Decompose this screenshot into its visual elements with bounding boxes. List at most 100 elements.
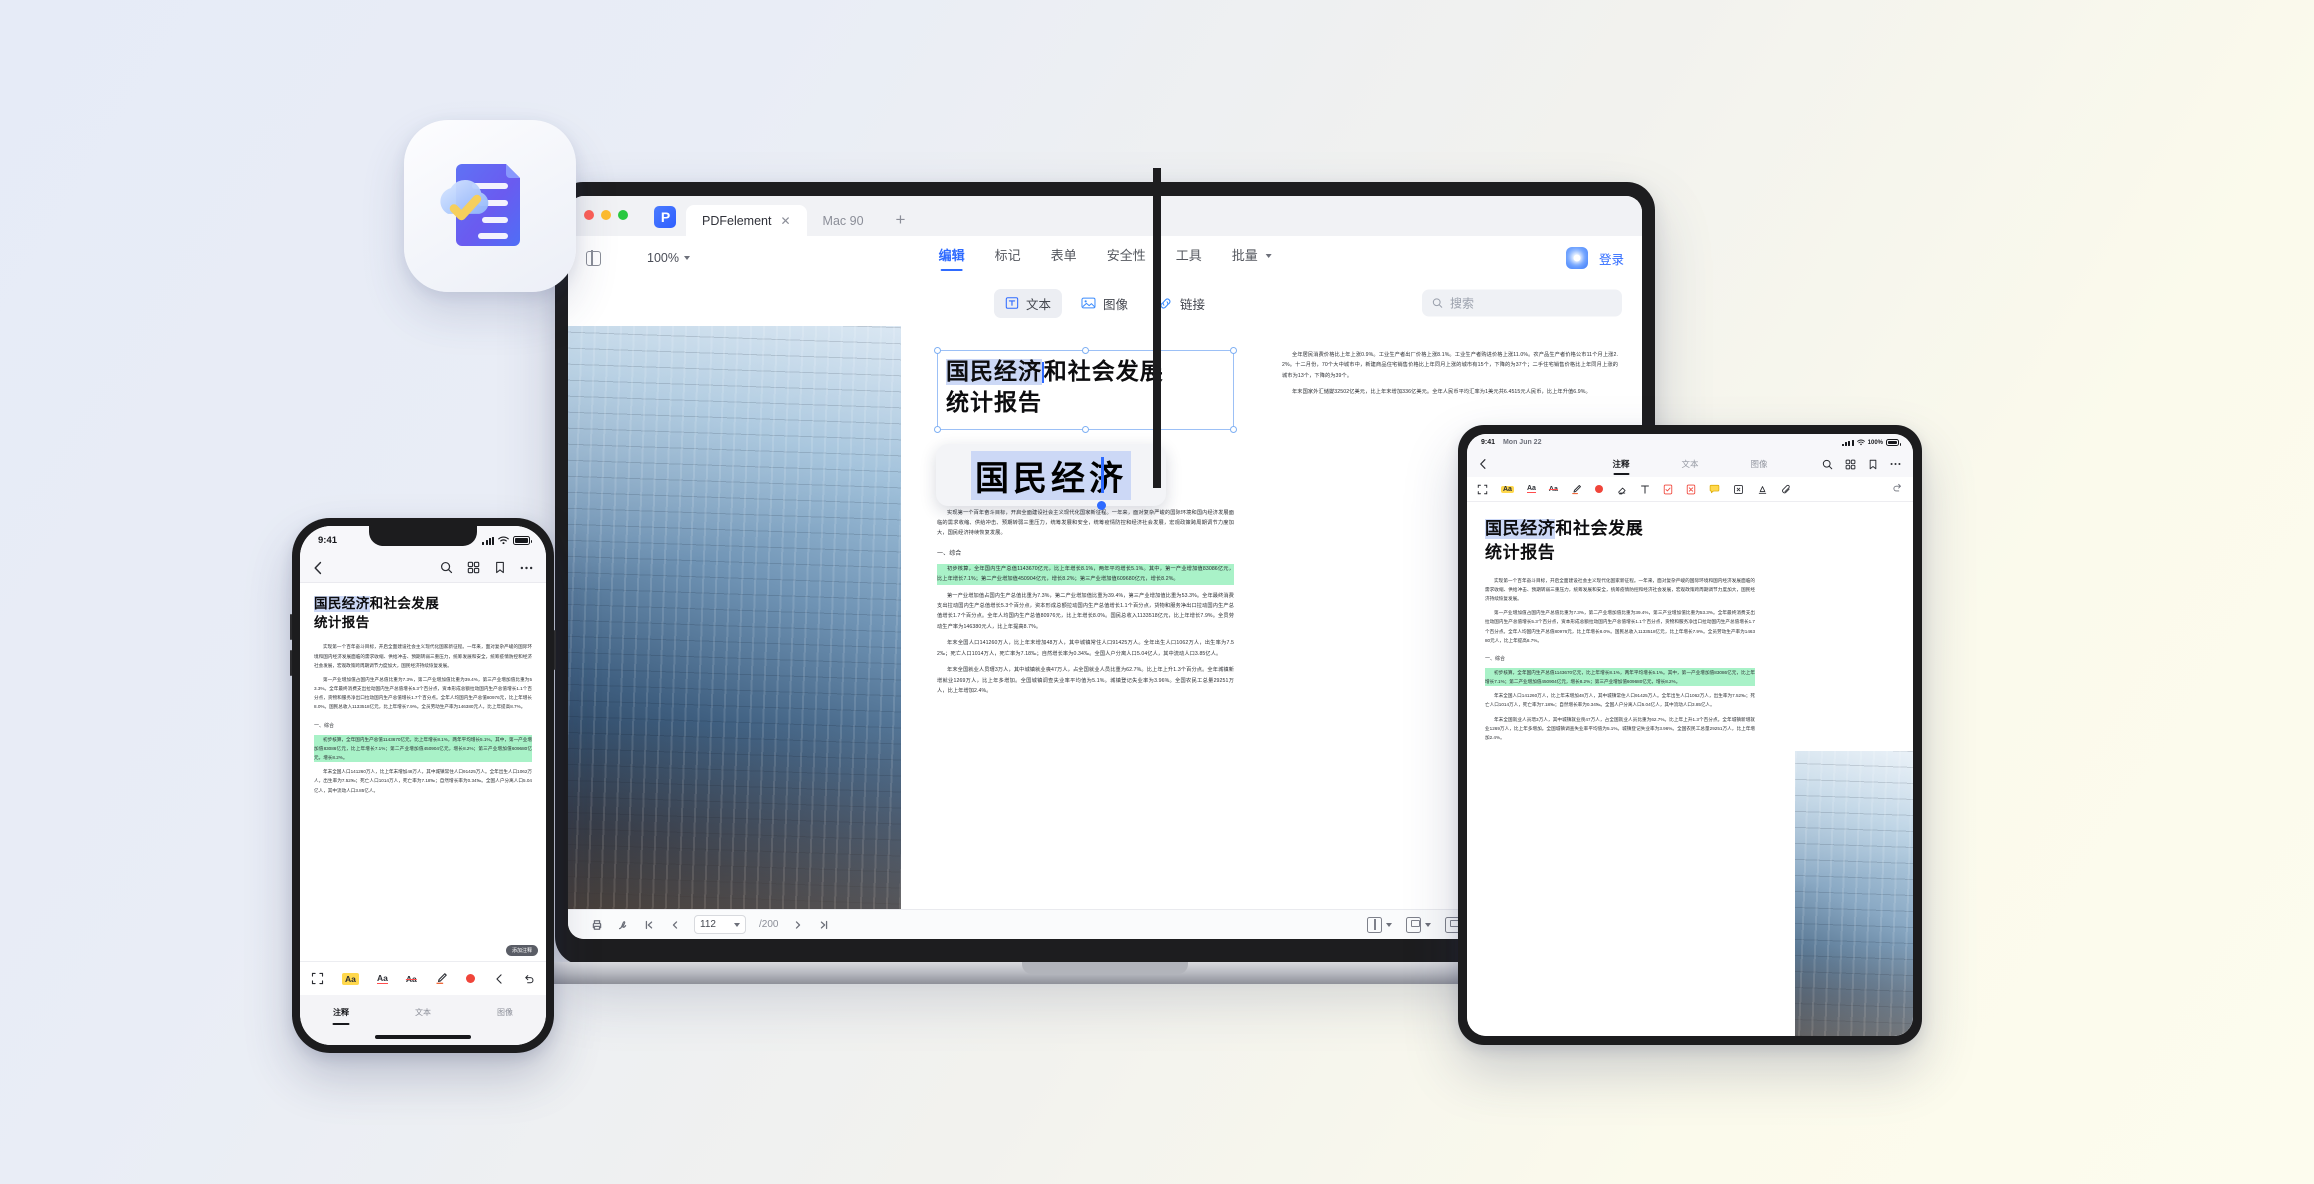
home-indicator[interactable] [375, 1035, 471, 1039]
close-window-button[interactable] [584, 210, 594, 220]
strikethrough-icon[interactable]: Aa [1549, 486, 1558, 493]
phone-volume-up-button[interactable] [290, 614, 292, 640]
title-selection-box[interactable]: 国民经济和社会发展 统计报告 [934, 347, 1237, 433]
color-dot-icon[interactable] [465, 974, 475, 983]
sidebar-icon[interactable] [586, 250, 601, 266]
tablet-tab-text[interactable]: 文本 [1681, 458, 1698, 470]
thumbnail-grid-icon[interactable] [467, 561, 480, 574]
tablet-status-icons: 100% [1842, 439, 1901, 446]
select-icon[interactable] [311, 972, 324, 985]
page-content-middle[interactable]: 国民经济和社会发展 统计报告 国民经济 实现第一个百年奋斗目标，开启全面建设社会… [909, 326, 1264, 909]
back-icon[interactable] [1479, 458, 1487, 470]
subtool-text[interactable]: 文本 [993, 288, 1062, 318]
tab-edit[interactable]: 编辑 [939, 245, 965, 271]
phone-intro-paragraph: 实现第一个百年奋斗目标，开启全面建设社会主义现代化国家新征程。一年来，面对复杂严… [314, 644, 532, 668]
first-page-icon[interactable] [642, 918, 655, 931]
loupe-text: 国民经济 [971, 450, 1131, 500]
last-page-icon[interactable] [817, 918, 830, 931]
sign-icon[interactable] [616, 918, 629, 931]
bookmark-icon[interactable] [1868, 459, 1878, 470]
resize-handle-bottom-middle[interactable] [1081, 425, 1089, 433]
signature-icon[interactable] [1757, 484, 1768, 495]
stamp-reject-icon[interactable] [1686, 484, 1696, 495]
crop-icon[interactable] [1733, 484, 1744, 495]
resize-handle-top-right[interactable] [1230, 347, 1237, 354]
close-icon[interactable]: ✕ [780, 214, 790, 228]
bookmark-icon[interactable] [494, 561, 506, 574]
phone-document-view[interactable]: 国民经济和社会发展 统计报告 实现第一个百年奋斗目标，开启全面建设社会主义现代化… [300, 583, 546, 961]
resize-handle-top-middle[interactable] [1081, 347, 1089, 354]
tablet-document-view[interactable]: 国民经济和社会发展 统计报告 实现第一个百年奋斗目标，开启全面建设社会主义现代化… [1467, 502, 1913, 1036]
note-icon[interactable] [1709, 484, 1720, 494]
ribbon-tabs: 编辑 标记 表单 安全性 工具 批量 [939, 245, 1272, 271]
phone-tab-annotate[interactable]: 注释 [300, 1007, 382, 1018]
next-page-icon[interactable] [791, 918, 804, 931]
eraser-icon[interactable] [1616, 484, 1627, 495]
highlight-icon[interactable]: Aa [342, 972, 359, 985]
phone-tab-text[interactable]: 文本 [382, 1007, 464, 1018]
laptop-base-notch [1022, 962, 1188, 974]
chevron-down-icon [1265, 254, 1272, 258]
ai-icon[interactable] [1565, 247, 1588, 269]
cloud-document-icon [440, 164, 520, 246]
loupe-caret-dot[interactable] [1097, 501, 1106, 510]
color-dot-icon[interactable] [1594, 485, 1603, 493]
phone-tab-image[interactable]: 图像 [464, 1007, 546, 1018]
tablet-paragraph-2: 第一产业增加值占国内生产总值比重为7.3%，第二产业增加值比重为39.4%，第三… [1485, 610, 1755, 643]
phone-screen: 9:41 国民经济和社会发展 统计报告 实现第一个百年奋斗目标，开启全面建设社会… [300, 526, 546, 1045]
redo-icon[interactable] [523, 973, 535, 985]
underline-icon[interactable]: Aa [376, 973, 388, 984]
text-icon[interactable] [1640, 484, 1650, 495]
more-icon[interactable] [1890, 462, 1901, 466]
tab-form[interactable]: 表单 [1051, 245, 1077, 271]
resize-handle-top-left[interactable] [934, 347, 941, 354]
page-number-input[interactable]: 112 [694, 915, 746, 934]
back-icon[interactable] [313, 561, 323, 575]
intro-paragraph: 实现第一个百年奋斗目标，开启全面建设社会主义现代化国家新征程。一年来，面对复杂严… [937, 509, 1234, 537]
thumbnail-grid-icon[interactable] [1845, 459, 1856, 470]
brush-icon[interactable] [435, 972, 448, 985]
phone-navigation-bar [300, 553, 546, 583]
tablet-tab-image[interactable]: 图像 [1751, 458, 1768, 470]
single-page-view-button[interactable] [1367, 916, 1393, 933]
login-button[interactable]: 登录 [1599, 249, 1624, 268]
strikethrough-icon[interactable]: Aa [406, 974, 417, 984]
print-icon[interactable] [590, 918, 603, 931]
select-icon[interactable] [1477, 484, 1488, 495]
underline-icon[interactable]: Aa [1526, 485, 1536, 493]
zoom-level-selector[interactable]: 100% [647, 251, 690, 265]
previous-page-icon[interactable] [668, 918, 681, 931]
attach-icon[interactable] [1781, 484, 1792, 495]
page-total-label: /200 [759, 919, 779, 930]
highlight-icon[interactable]: Aa [1501, 485, 1514, 493]
tab-markup[interactable]: 标记 [995, 245, 1021, 271]
stamp-approve-icon[interactable] [1663, 484, 1673, 495]
resize-handle-bottom-left[interactable] [934, 425, 941, 433]
search-icon[interactable] [440, 561, 453, 574]
subtool-image[interactable]: 图像 [1070, 289, 1139, 318]
tab-tools[interactable]: 工具 [1176, 245, 1202, 271]
search-icon[interactable] [1822, 459, 1833, 470]
maximize-window-button[interactable] [618, 210, 628, 220]
tab-mac90[interactable]: Mac 90 [807, 205, 880, 236]
tab-pdfelement[interactable]: PDFelement ✕ [686, 205, 807, 236]
tablet-highlighted-paragraph: 初步核算，全年国内生产总值1143670亿元，比上年增长8.1%，两年平均增长5… [1485, 667, 1755, 687]
more-icon[interactable] [520, 566, 533, 570]
page-fit-view-button[interactable] [1406, 916, 1432, 933]
tab-security[interactable]: 安全性 [1107, 245, 1146, 271]
tab-label: Mac 90 [822, 213, 864, 228]
tab-batch[interactable]: 批量 [1232, 245, 1272, 271]
brush-icon[interactable] [1571, 484, 1582, 495]
phone-power-button[interactable] [554, 630, 556, 670]
phone-volume-down-button[interactable] [290, 650, 292, 676]
search-input[interactable]: 搜索 [1422, 289, 1622, 317]
minimize-window-button[interactable] [601, 210, 611, 220]
window-toolbar: 100% 编辑 标记 表单 安全性 工具 批量 登录 [568, 236, 1642, 280]
resize-handle-bottom-right[interactable] [1230, 425, 1237, 433]
undo-icon[interactable] [1892, 482, 1903, 493]
tablet-building-photo [1795, 751, 1913, 1036]
wifi-icon [1856, 439, 1865, 446]
tablet-tab-annotate[interactable]: 注释 [1612, 458, 1629, 470]
undo-icon[interactable] [493, 973, 505, 985]
new-tab-button[interactable]: + [880, 210, 922, 236]
